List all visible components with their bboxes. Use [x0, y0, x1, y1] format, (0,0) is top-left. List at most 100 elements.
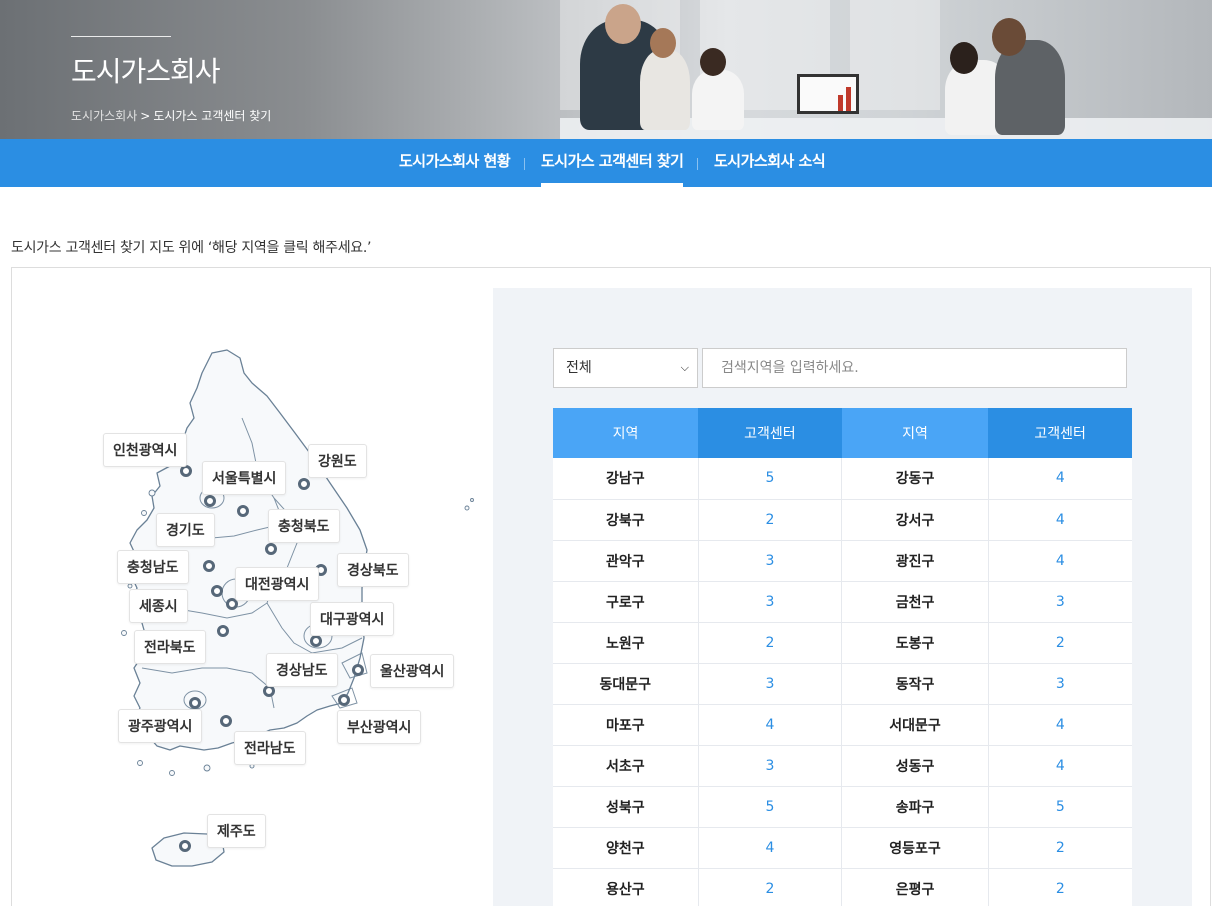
- region-label-seoul[interactable]: 서울특별시: [202, 461, 287, 495]
- region-label-gwangju[interactable]: 광주광역시: [118, 709, 203, 743]
- region-cell[interactable]: 강북구: [553, 499, 699, 541]
- banner-monitor: [797, 74, 859, 114]
- breadcrumb-parent[interactable]: 도시가스회사: [71, 109, 137, 123]
- tab-company-news[interactable]: 도시가스회사 소식: [714, 139, 826, 187]
- center-count-cell[interactable]: 5: [987, 786, 1132, 828]
- region-cell[interactable]: 광진구: [841, 540, 989, 582]
- region-label-gangwon[interactable]: 강원도: [308, 444, 367, 478]
- center-count-cell[interactable]: 3: [697, 581, 842, 623]
- center-count-cell[interactable]: 4: [987, 499, 1132, 541]
- breadcrumb-current: 도시가스 고객센터 찾기: [153, 109, 272, 123]
- table-row: 성북구 5 송파구 5: [553, 786, 1132, 828]
- column-header-region: 지역: [841, 408, 989, 458]
- page-title: 도시가스회사: [71, 55, 221, 88]
- center-count-cell[interactable]: 5: [697, 786, 842, 828]
- center-count-cell[interactable]: 3: [697, 540, 842, 582]
- region-cell[interactable]: 동작구: [841, 663, 989, 705]
- region-label-jeonbuk[interactable]: 전라북도: [134, 630, 206, 664]
- region-label-gyeongbuk[interactable]: 경상북도: [337, 553, 409, 587]
- region-cell[interactable]: 금천구: [841, 581, 989, 623]
- region-cell[interactable]: 관악구: [553, 540, 699, 582]
- table-row: 마포구 4 서대문구 4: [553, 704, 1132, 746]
- region-cell[interactable]: 서초구: [553, 745, 699, 787]
- region-label-gyeonggi[interactable]: 경기도: [156, 513, 215, 547]
- title-line: [71, 36, 171, 37]
- center-count-cell[interactable]: 2: [987, 622, 1132, 664]
- region-label-sejong[interactable]: 세종시: [129, 589, 188, 623]
- region-cell[interactable]: 강서구: [841, 499, 989, 541]
- center-count-cell[interactable]: 2: [697, 622, 842, 664]
- center-count-cell[interactable]: 2: [987, 868, 1132, 906]
- region-label-chungnam[interactable]: 충청남도: [117, 550, 189, 584]
- region-cell[interactable]: 도봉구: [841, 622, 989, 664]
- header-banner: 도시가스회사 도시가스회사 > 도시가스 고객센터 찾기: [0, 0, 1212, 139]
- marker-gwangju[interactable]: [189, 697, 201, 709]
- region-select[interactable]: 전체 ⌵: [553, 348, 698, 388]
- table-row: 동대문구 3 동작구 3: [553, 663, 1132, 705]
- region-cell[interactable]: 영등포구: [841, 827, 989, 869]
- center-list-area: 전체 ⌵ 검색지역을 입력하세요. 지역 고객센터 지역 고객센터 강남구 5 …: [493, 288, 1192, 906]
- table-row: 양천구 4 영등포구 2: [553, 827, 1132, 869]
- center-count-cell[interactable]: 4: [987, 704, 1132, 746]
- region-cell[interactable]: 성북구: [553, 786, 699, 828]
- banner-person: [640, 50, 690, 130]
- tab-company-status[interactable]: 도시가스회사 현황: [399, 139, 511, 187]
- region-label-busan[interactable]: 부산광역시: [337, 710, 422, 744]
- region-cell[interactable]: 서대문구: [841, 704, 989, 746]
- region-cell[interactable]: 용산구: [553, 868, 699, 906]
- region-cell[interactable]: 송파구: [841, 786, 989, 828]
- region-label-incheon[interactable]: 인천광역시: [103, 433, 188, 467]
- center-count-cell[interactable]: 2: [987, 827, 1132, 869]
- marker-jeonnam[interactable]: [220, 715, 232, 727]
- tab-customer-center[interactable]: 도시가스 고객센터 찾기: [541, 139, 684, 187]
- table-row: 노원구 2 도봉구 2: [553, 622, 1132, 664]
- region-cell[interactable]: 성동구: [841, 745, 989, 787]
- region-label-gyeongnam[interactable]: 경상남도: [266, 653, 338, 687]
- center-count-cell[interactable]: 2: [697, 499, 842, 541]
- table-row: 서초구 3 성동구 4: [553, 745, 1132, 787]
- region-label-daegu[interactable]: 대구광역시: [310, 602, 395, 636]
- table-header-row: 지역 고객센터 지역 고객센터: [553, 408, 1132, 458]
- center-count-cell[interactable]: 4: [987, 540, 1132, 582]
- region-cell[interactable]: 동대문구: [553, 663, 699, 705]
- center-count-cell[interactable]: 3: [697, 663, 842, 705]
- region-cell[interactable]: 노원구: [553, 622, 699, 664]
- marker-jeju[interactable]: [179, 840, 191, 852]
- marker-seoul[interactable]: [204, 495, 216, 507]
- center-count-cell[interactable]: 3: [987, 663, 1132, 705]
- center-count-cell[interactable]: 3: [987, 581, 1132, 623]
- marker-daegu[interactable]: [310, 635, 322, 647]
- marker-gyeonggi[interactable]: [237, 505, 249, 517]
- center-count-cell[interactable]: 2: [697, 868, 842, 906]
- marker-chungnam[interactable]: [203, 560, 215, 572]
- center-count-cell[interactable]: 3: [697, 745, 842, 787]
- marker-busan[interactable]: [338, 694, 350, 706]
- region-label-ulsan[interactable]: 울산광역시: [370, 654, 455, 688]
- region-label-chungbuk[interactable]: 충청북도: [268, 509, 340, 543]
- center-count-cell[interactable]: 4: [697, 704, 842, 746]
- region-cell[interactable]: 구로구: [553, 581, 699, 623]
- marker-daejeon[interactable]: [211, 585, 223, 597]
- region-label-jeonnam[interactable]: 전라남도: [234, 731, 306, 765]
- center-count-cell[interactable]: 5: [697, 458, 842, 500]
- region-cell[interactable]: 강동구: [841, 458, 989, 500]
- table-row: 구로구 3 금천구 3: [553, 581, 1132, 623]
- region-cell[interactable]: 양천구: [553, 827, 699, 869]
- region-select-value: 전체: [566, 360, 592, 376]
- table-row: 관악구 3 광진구 4: [553, 540, 1132, 582]
- center-count-cell[interactable]: 4: [697, 827, 842, 869]
- region-cell[interactable]: 은평구: [841, 868, 989, 906]
- marker-chungbuk[interactable]: [265, 543, 277, 555]
- search-input[interactable]: 검색지역을 입력하세요.: [702, 348, 1127, 388]
- banner-window: [850, 0, 940, 110]
- marker-gangwon[interactable]: [298, 478, 310, 490]
- region-label-daejeon[interactable]: 대전광역시: [235, 567, 320, 601]
- marker-jeonbuk[interactable]: [217, 625, 229, 637]
- center-count-cell[interactable]: 4: [987, 458, 1132, 500]
- marker-ulsan[interactable]: [352, 664, 364, 676]
- center-count-cell[interactable]: 4: [987, 745, 1132, 787]
- region-cell[interactable]: 강남구: [553, 458, 699, 500]
- column-header-region: 지역: [553, 408, 699, 458]
- region-label-jeju[interactable]: 제주도: [207, 814, 266, 848]
- region-cell[interactable]: 마포구: [553, 704, 699, 746]
